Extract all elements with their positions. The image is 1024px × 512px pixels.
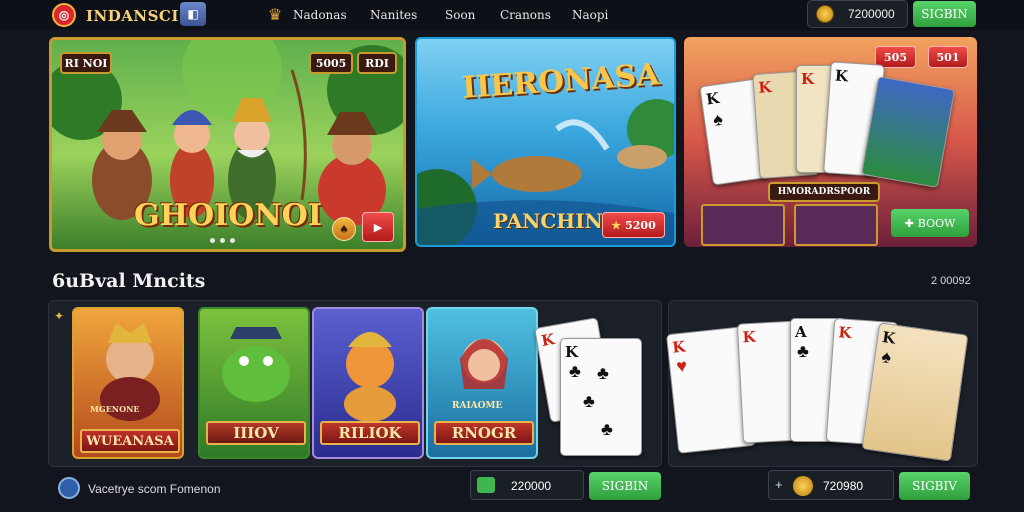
banner-middle[interactable]: IIERONASA PANCHING ★ 5200	[415, 37, 676, 247]
banner-middle-subtitle: PANCHING	[493, 209, 620, 233]
banner-left[interactable]: RI NOI 5005 RDI GHOIONOI ♠ ▶	[49, 37, 406, 252]
carousel-dot[interactable]	[220, 238, 225, 243]
coin-icon	[793, 476, 813, 496]
nav-item-1[interactable]: Nadonas	[293, 8, 347, 22]
globe-icon[interactable]	[58, 477, 80, 499]
playing-card-king-clubs: K ♣ ♣ ♣ ♣	[560, 338, 642, 456]
game-card-3[interactable]: RILIOK	[312, 307, 424, 459]
game-card-2-title: IIIOV	[206, 421, 306, 445]
playing-card: K ♠	[861, 322, 969, 462]
carousel-dots	[210, 238, 235, 243]
footer-left-balance: 220000	[511, 479, 552, 493]
banner-right[interactable]: 505 501 K ♠ K K K HMORADRSPOOR ✚ BOOW	[684, 37, 977, 247]
footer-left-button[interactable]: SIGBIN	[589, 472, 661, 500]
signin-button[interactable]: SIGBIN	[913, 1, 976, 27]
banner-right-button-label: BOOW	[917, 216, 956, 230]
banner-right-button[interactable]: ✚ BOOW	[891, 209, 969, 237]
footer-left-balance-box: 220000	[470, 470, 584, 500]
banner-middle-button[interactable]: ★ 5200	[602, 212, 665, 238]
banner-tag[interactable]: RI NOI	[60, 52, 112, 74]
footer-right-balance-box: + 720980	[768, 470, 894, 500]
footer-right-button[interactable]: SIGBIV	[899, 472, 970, 500]
nav-item-3[interactable]: Soon	[445, 8, 475, 22]
spade-icon[interactable]: ♠	[332, 217, 356, 241]
character-thumb[interactable]	[794, 204, 878, 246]
add-icon[interactable]: +	[775, 477, 783, 492]
game-card-4[interactable]: RAIAOME RNOGR	[426, 307, 538, 459]
banner-left-btn2[interactable]: RDI	[357, 52, 397, 74]
game-card-1[interactable]: MGENONE WUEANASA	[72, 307, 184, 459]
game-card-4-subtitle: RAIAOME	[452, 401, 503, 411]
game-card-3-title: RILIOK	[320, 421, 420, 445]
ticket-icon: ✚	[904, 216, 914, 230]
balance-value: 7200000	[848, 7, 895, 21]
carousel-dot[interactable]	[230, 238, 235, 243]
gamepad-icon[interactable]: ◧	[180, 2, 206, 26]
section-count: 2 00092	[931, 275, 971, 287]
wallet-icon	[477, 477, 495, 493]
game-card-1-title: WUEANASA	[80, 429, 180, 453]
section-title: 6uBval Mncits	[52, 270, 206, 292]
banner-middle-button-label: 5200	[625, 218, 656, 232]
logo-text[interactable]: INDANSCI	[86, 7, 179, 25]
nav-item-5[interactable]: Naopi	[572, 8, 608, 22]
banner-right-label: HMORADRSPOOR	[768, 182, 880, 202]
play-icon[interactable]: ▶	[362, 212, 394, 242]
nav-item-4[interactable]: Cranons	[500, 8, 551, 22]
carousel-dot[interactable]	[210, 238, 215, 243]
playing-card	[860, 75, 956, 189]
banner-left-btn1[interactable]: 5005	[309, 52, 353, 74]
balance-display: 7200000	[807, 0, 908, 28]
sparkle-icon: ✦	[54, 309, 65, 323]
footer-text: Vacetrye scom Fomenon	[88, 482, 221, 496]
banner-left-title: GHOIONOI	[134, 198, 322, 233]
character-thumb[interactable]	[701, 204, 785, 246]
coin-icon	[816, 5, 834, 23]
game-card-1-subtitle: MGENONE	[90, 404, 140, 414]
star-icon: ★	[611, 218, 622, 232]
logo-icon[interactable]: ◎	[52, 3, 76, 27]
nav-item-2[interactable]: Nanites	[370, 8, 417, 22]
footer-right-balance: 720980	[823, 479, 864, 493]
top-nav-bar: ◎ INDANSCI ◧ ♛ Nadonas Nanites Soon Cran…	[0, 0, 1024, 30]
game-card-4-title: RNOGR	[434, 421, 534, 445]
crown-icon: ♛	[267, 7, 283, 24]
banner-right-btn2[interactable]: 501	[928, 46, 968, 68]
game-card-2[interactable]: IIIOV	[198, 307, 310, 459]
